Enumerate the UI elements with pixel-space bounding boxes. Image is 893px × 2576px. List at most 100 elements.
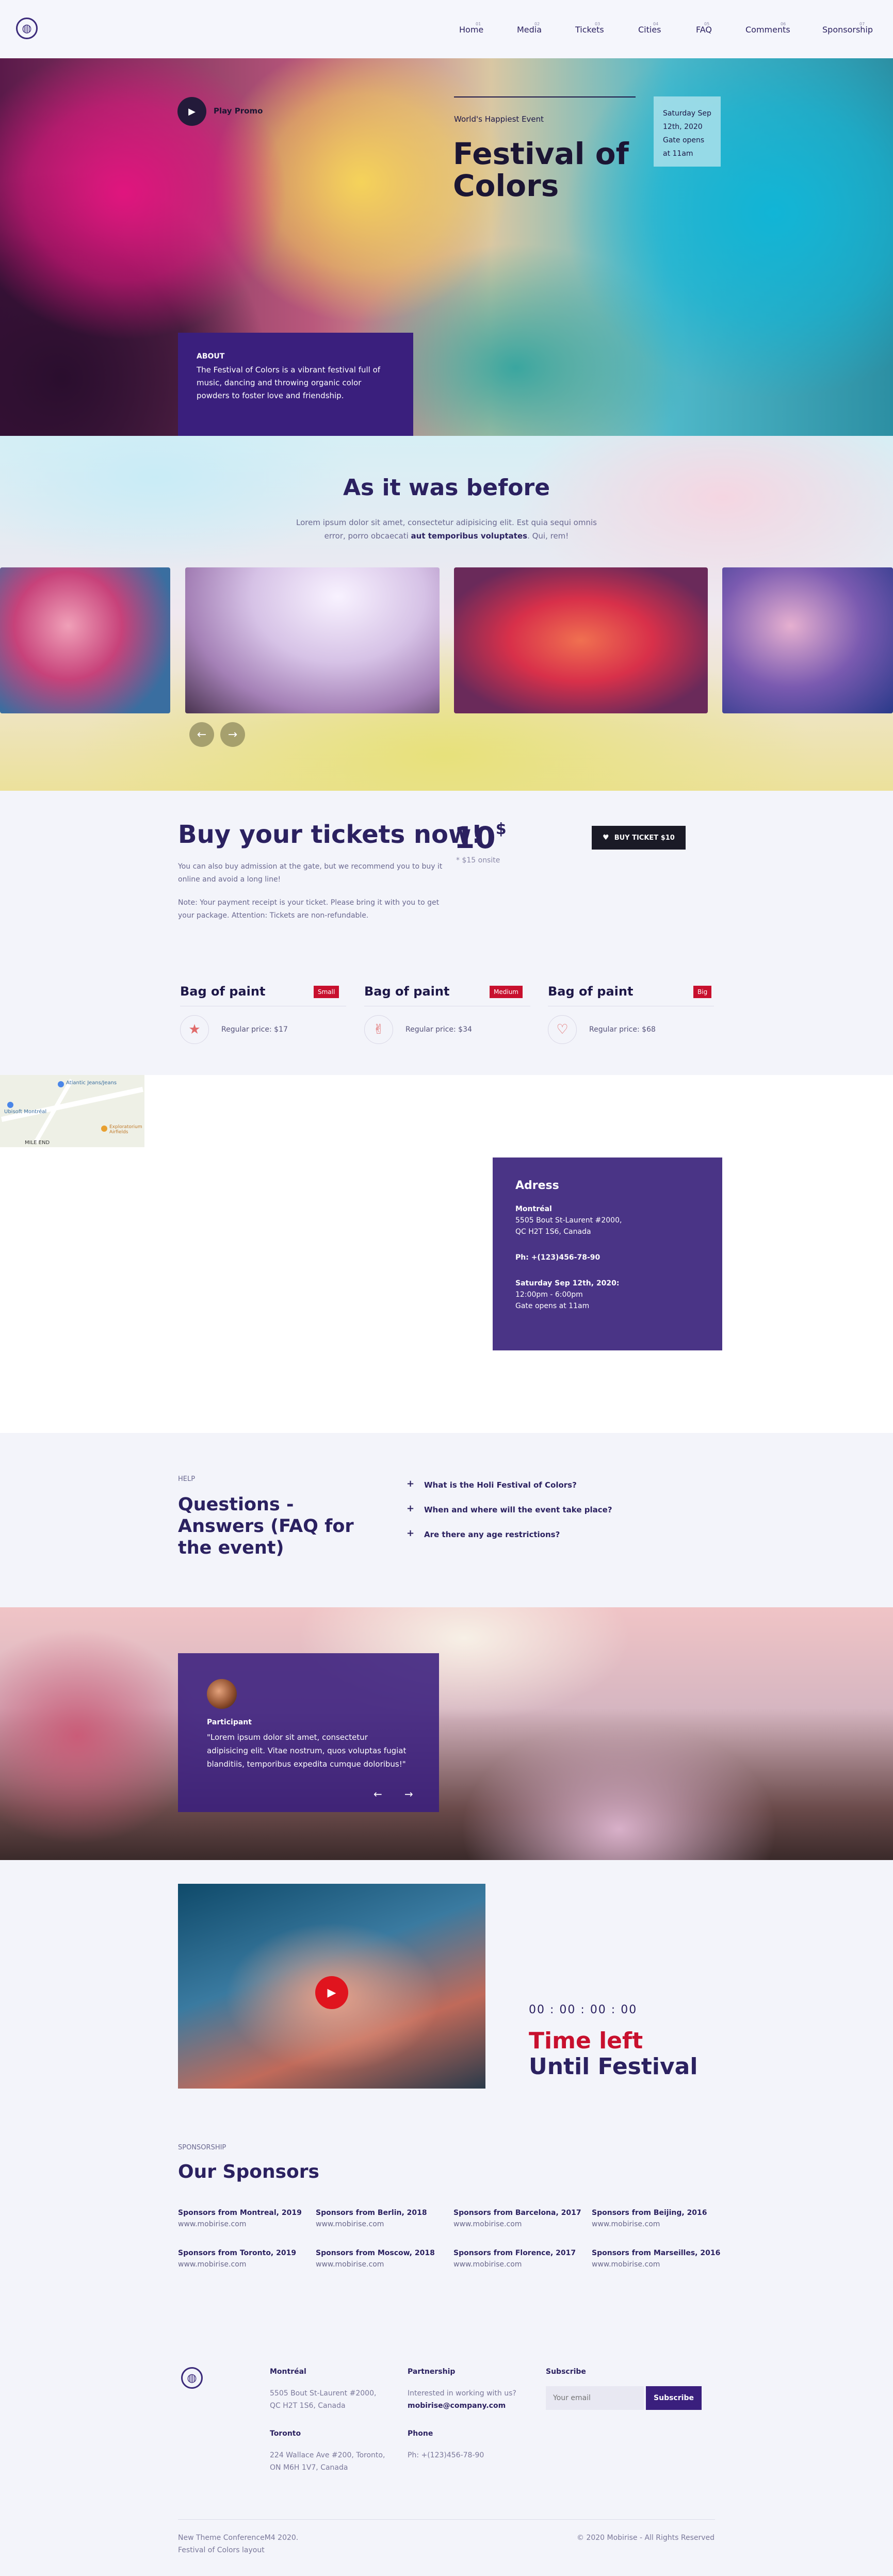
address-time: 12:00pm - 6:00pm xyxy=(515,1291,583,1299)
faq-section xyxy=(0,1433,893,1607)
heart-icon: ♡ xyxy=(548,1015,577,1044)
tickets-text-1: You can also buy admission at the gate, … xyxy=(178,862,443,884)
nav-link-faq[interactable]: FAQ xyxy=(696,25,712,35)
sponsor-name: Sponsors from Moscow, 2018 xyxy=(316,2249,435,2257)
map-pin-3-icon[interactable] xyxy=(101,1126,107,1132)
address-line2: QC H2T 1S6, Canada xyxy=(515,1228,591,1236)
faq-question-2[interactable]: When and where will the event take place… xyxy=(424,1505,612,1514)
nav-link-comments[interactable]: Comments xyxy=(745,25,790,35)
footer-phone-text[interactable]: Ph: +(123)456-78-90 xyxy=(408,2449,484,2461)
footer-montreal-heading: Montréal xyxy=(270,2368,306,2376)
past-description: Lorem ipsum dolor sit amet, consectetur … xyxy=(289,516,604,543)
map-tile[interactable]: Atlantic Jeans/Jeans Ubisoft Montréal Ex… xyxy=(0,1075,144,1147)
sponsor-link[interactable]: www.mobirise.com xyxy=(178,2260,246,2269)
nav-link-home[interactable]: Home xyxy=(459,25,483,35)
past-text-bold: aut temporibus voluptates xyxy=(411,531,528,541)
hero-title-line2: Colors xyxy=(453,168,559,203)
gallery-next-button[interactable]: → xyxy=(220,722,245,747)
footer-partnership-heading: Partnership xyxy=(408,2368,456,2376)
event-date-box: Saturday Sep 12th, 2020 Gate opens at 11… xyxy=(654,96,721,167)
play-promo-label[interactable]: Play Promo xyxy=(214,106,263,116)
faq-expand-icon[interactable]: + xyxy=(407,1528,414,1539)
nav-link-cities[interactable]: Cities xyxy=(638,25,661,35)
faq-question-1[interactable]: What is the Holi Festival of Colors? xyxy=(424,1480,577,1490)
ticket-currency: $ xyxy=(495,820,507,838)
map-pin-1-icon[interactable] xyxy=(58,1081,64,1087)
sponsor-name: Sponsors from Marseilles, 2016 xyxy=(592,2249,721,2257)
gallery-photo-1[interactable] xyxy=(0,567,170,713)
subscribe-email-input[interactable] xyxy=(546,2386,644,2410)
hero-title-line1: Festival of xyxy=(453,136,629,171)
past-text-end: . Qui, rem! xyxy=(527,531,569,541)
sponsor-link[interactable]: www.mobirise.com xyxy=(316,2260,384,2269)
bag-small-price: Regular price: $17 xyxy=(221,1025,288,1034)
sponsor-name: Sponsors from Florence, 2017 xyxy=(453,2249,576,2257)
map-label-2: Ubisoft Montréal xyxy=(4,1109,47,1115)
sponsor-link[interactable]: www.mobirise.com xyxy=(178,2220,246,2228)
testimonial-next-button[interactable]: → xyxy=(404,1788,413,1800)
faq-title-line2: Answers (FAQ for xyxy=(178,1516,354,1537)
map-label-3: Exploratorium Airfields xyxy=(109,1124,142,1135)
participant-name: Participant xyxy=(207,1718,252,1726)
testimonial-prev-button[interactable]: ← xyxy=(374,1788,382,1800)
ticket-price-value: 10 xyxy=(454,820,496,855)
video-play-icon[interactable]: ▶ xyxy=(315,1976,348,2009)
hero-divider xyxy=(454,96,636,97)
map-district-label: MILE END xyxy=(25,1140,50,1146)
testimonial-card: Participant "Lorem ipsum dolor sit amet,… xyxy=(178,1653,439,1812)
buy-ticket-button[interactable]: ♥ BUY TICKET $10 xyxy=(592,826,686,850)
faq-expand-icon[interactable]: + xyxy=(407,1478,414,1489)
footer-toronto-line2: ON M6H 1V7, Canada xyxy=(270,2464,348,2472)
sponsor-link[interactable]: www.mobirise.com xyxy=(316,2220,384,2228)
countdown-days: 00 xyxy=(529,2003,545,2016)
faq-title: Questions - Answers (FAQ for the event) xyxy=(178,1494,354,1559)
footer-bottom-line1: New Theme ConferenceM4 2020. xyxy=(178,2534,299,2542)
faq-title-line3: the event) xyxy=(178,1538,284,1558)
tickets-title: Buy your tickets now! xyxy=(178,820,483,849)
footer-globe-logo-icon[interactable]: ◍ xyxy=(181,2367,203,2389)
address-date: Saturday Sep 12th, 2020: xyxy=(515,1279,620,1287)
sponsor-link[interactable]: www.mobirise.com xyxy=(592,2260,660,2269)
past-title: As it was before xyxy=(343,475,550,501)
address-city: Montréal xyxy=(515,1205,552,1213)
bag-small-badge: Small xyxy=(314,986,339,998)
faq-question-3[interactable]: Are there any age restrictions? xyxy=(424,1530,560,1539)
sponsor-name: Sponsors from Montreal, 2019 xyxy=(178,2209,302,2217)
sponsors-eyebrow: SPONSORSHIP xyxy=(178,2144,226,2151)
map-pin-2-icon[interactable] xyxy=(7,1102,13,1108)
sponsor-link[interactable]: www.mobirise.com xyxy=(592,2220,660,2228)
testimonial-quote: "Lorem ipsum dolor sit amet, consectetur… xyxy=(207,1733,407,1769)
address-line1: 5505 Bout St-Laurent #2000, xyxy=(515,1216,622,1225)
play-promo-button[interactable]: ▶ xyxy=(177,97,206,126)
footer-montreal-line2: QC H2T 1S6, Canada xyxy=(270,2402,346,2410)
countdown-timer: 00 : 00 : 00 : 00 xyxy=(529,2003,638,2016)
globe-logo-icon[interactable]: ◍ xyxy=(16,18,38,39)
nav-link-tickets[interactable]: Tickets xyxy=(575,25,604,35)
sponsor-name: Sponsors from Toronto, 2019 xyxy=(178,2249,297,2257)
address-phone[interactable]: Ph: +(123)456-78-90 xyxy=(515,1252,700,1263)
gallery-photo-3[interactable] xyxy=(454,567,708,713)
faq-title-line1: Questions - xyxy=(178,1494,294,1515)
nav-link-sponsorship[interactable]: Sponsorship xyxy=(822,25,873,35)
footer-copyright: © 2020 Mobirise - All Rights Reserved xyxy=(577,2534,715,2542)
footer-montreal-line1: 5505 Bout St-Laurent #2000, xyxy=(270,2389,377,2398)
sponsor-link[interactable]: www.mobirise.com xyxy=(453,2220,522,2228)
participant-avatar xyxy=(207,1679,237,1709)
nav-link-media[interactable]: Media xyxy=(517,25,542,35)
about-heading: ABOUT xyxy=(197,352,225,361)
subscribe-button[interactable]: Subscribe xyxy=(646,2386,702,2410)
gallery-photo-2[interactable] xyxy=(185,567,440,713)
countdown-minutes: 00 xyxy=(590,2003,607,2016)
footer-toronto-line1: 224 Wallace Ave #200, Toronto, xyxy=(270,2451,385,2459)
bag-big-price: Regular price: $68 xyxy=(589,1025,656,1034)
bag-big-title: Bag of paint xyxy=(548,984,634,999)
buy-ticket-label: BUY TICKET $10 xyxy=(614,834,675,842)
countdown-title-2: Until Festival xyxy=(529,2053,698,2080)
sponsor-link[interactable]: www.mobirise.com xyxy=(453,2260,522,2269)
gallery-prev-button[interactable]: ← xyxy=(189,722,214,747)
gallery-photo-4[interactable] xyxy=(722,567,893,713)
address-gates: Gate opens at 11am xyxy=(515,1302,590,1310)
footer-partnership-email[interactable]: mobirise@company.com xyxy=(408,2400,506,2412)
ticket-onsite-note: * $15 onsite xyxy=(456,856,500,865)
faq-expand-icon[interactable]: + xyxy=(407,1503,414,1514)
